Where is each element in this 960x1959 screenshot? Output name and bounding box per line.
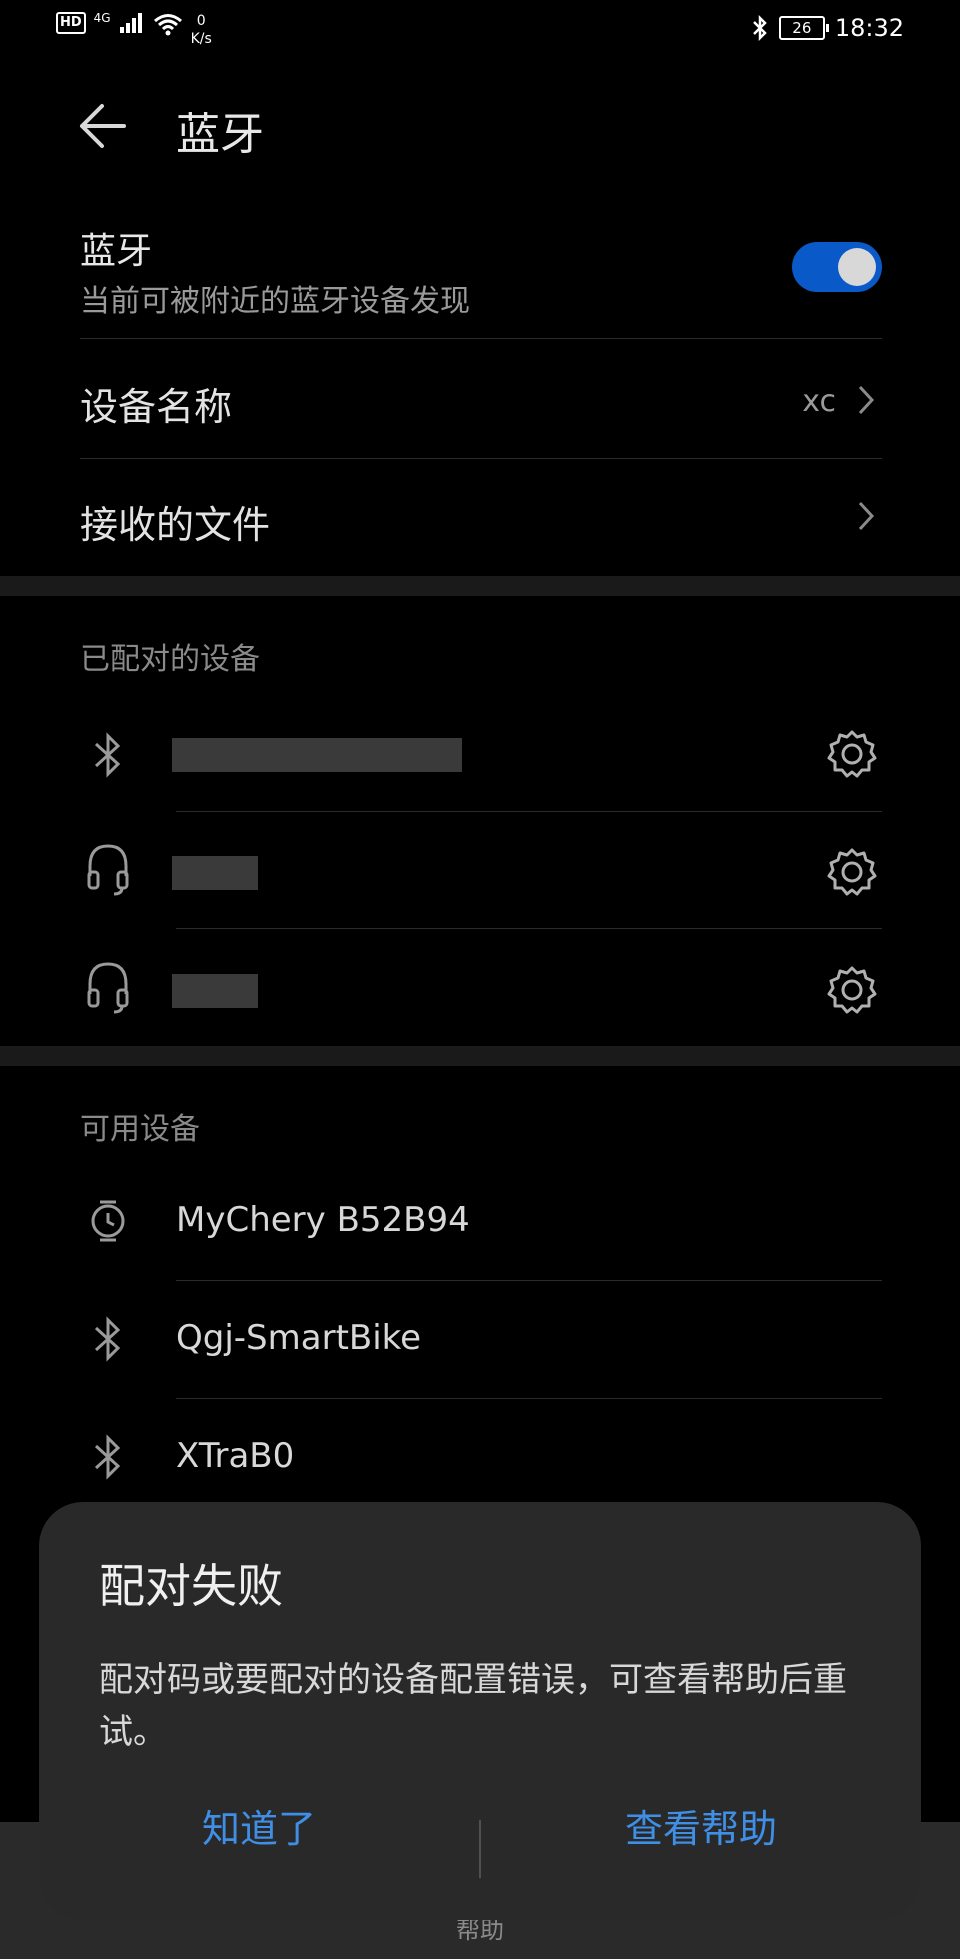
- received-files-row[interactable]: 接收的文件: [80, 460, 882, 574]
- bluetooth-icon: [94, 732, 121, 778]
- paired-device-row[interactable]: [0, 930, 960, 1044]
- bluetooth-icon: [94, 1316, 121, 1362]
- back-arrow-icon: [80, 104, 126, 148]
- section-separator: [0, 576, 960, 596]
- divider: [176, 1280, 882, 1281]
- signal-icon: [119, 13, 142, 33]
- chevron-right-icon: [858, 501, 875, 531]
- network-type: 4G: [93, 11, 111, 25]
- status-left: HD 4G 0 K/s: [56, 12, 212, 48]
- paired-section-title: 已配对的设备: [80, 642, 260, 677]
- clock: 18:32: [834, 14, 904, 42]
- headset-icon: [87, 962, 129, 1014]
- bluetooth-toggle[interactable]: [792, 242, 882, 292]
- headset-icon: [87, 844, 129, 896]
- dialog-title: 配对失败: [99, 1559, 283, 1613]
- bluetooth-status-icon: [752, 14, 767, 42]
- available-device-row[interactable]: Qgj-SmartBike: [0, 1282, 960, 1396]
- device-name: Qgj-SmartBike: [176, 1318, 422, 1358]
- available-device-row[interactable]: XTraB0: [0, 1400, 960, 1500]
- settings-gear-icon[interactable]: [826, 846, 878, 898]
- available-section-title: 可用设备: [80, 1112, 200, 1147]
- bluetooth-status-text: 当前可被附近的蓝牙设备发现: [80, 284, 470, 319]
- divider: [80, 338, 882, 339]
- divider: [176, 1398, 882, 1399]
- watch-icon: [91, 1200, 125, 1242]
- net-speed: 0 K/s: [190, 13, 212, 47]
- status-bar: HD 4G 0 K/s 26 18:32: [0, 0, 960, 60]
- view-help-button[interactable]: 查看帮助: [481, 1774, 921, 1884]
- chevron-right-icon: [858, 385, 875, 415]
- bluetooth-label: 蓝牙: [80, 231, 153, 272]
- paired-device-row[interactable]: [0, 700, 960, 810]
- device-name: MyChery B52B94: [176, 1200, 470, 1240]
- device-name-label: 设备名称: [80, 385, 233, 429]
- device-name-row[interactable]: 设备名称 xc: [80, 340, 882, 458]
- section-separator: [0, 1046, 960, 1066]
- hd-badge: HD: [56, 12, 86, 34]
- device-name-value: xc: [802, 384, 836, 419]
- dialog-message: 配对码或要配对的设备配置错误，可查看帮助后重试。: [99, 1660, 847, 1752]
- back-button[interactable]: [70, 96, 142, 160]
- settings-gear-icon[interactable]: [826, 964, 878, 1016]
- bluetooth-icon: [94, 1434, 121, 1480]
- settings-gear-icon[interactable]: [826, 728, 878, 780]
- ok-button[interactable]: 知道了: [39, 1774, 479, 1884]
- redacted-device-name: [172, 974, 258, 1008]
- pairing-failed-dialog: 配对失败 配对码或要配对的设备配置错误，可查看帮助后重试。 知道了 查看帮助: [39, 1502, 921, 1920]
- wifi-icon: [153, 14, 182, 36]
- received-files-label: 接收的文件: [80, 503, 271, 547]
- divider: [80, 458, 882, 459]
- paired-device-row[interactable]: [0, 812, 960, 928]
- toggle-knob: [838, 248, 876, 286]
- status-right: 26 18:32: [751, 14, 904, 42]
- redacted-device-name: [172, 738, 462, 772]
- battery-icon: 26: [778, 16, 829, 40]
- divider: [176, 928, 882, 929]
- page-title: 蓝牙: [176, 109, 264, 160]
- redacted-device-name: [172, 856, 258, 890]
- available-device-row[interactable]: MyChery B52B94: [0, 1164, 960, 1280]
- device-name: XTraB0: [176, 1436, 295, 1476]
